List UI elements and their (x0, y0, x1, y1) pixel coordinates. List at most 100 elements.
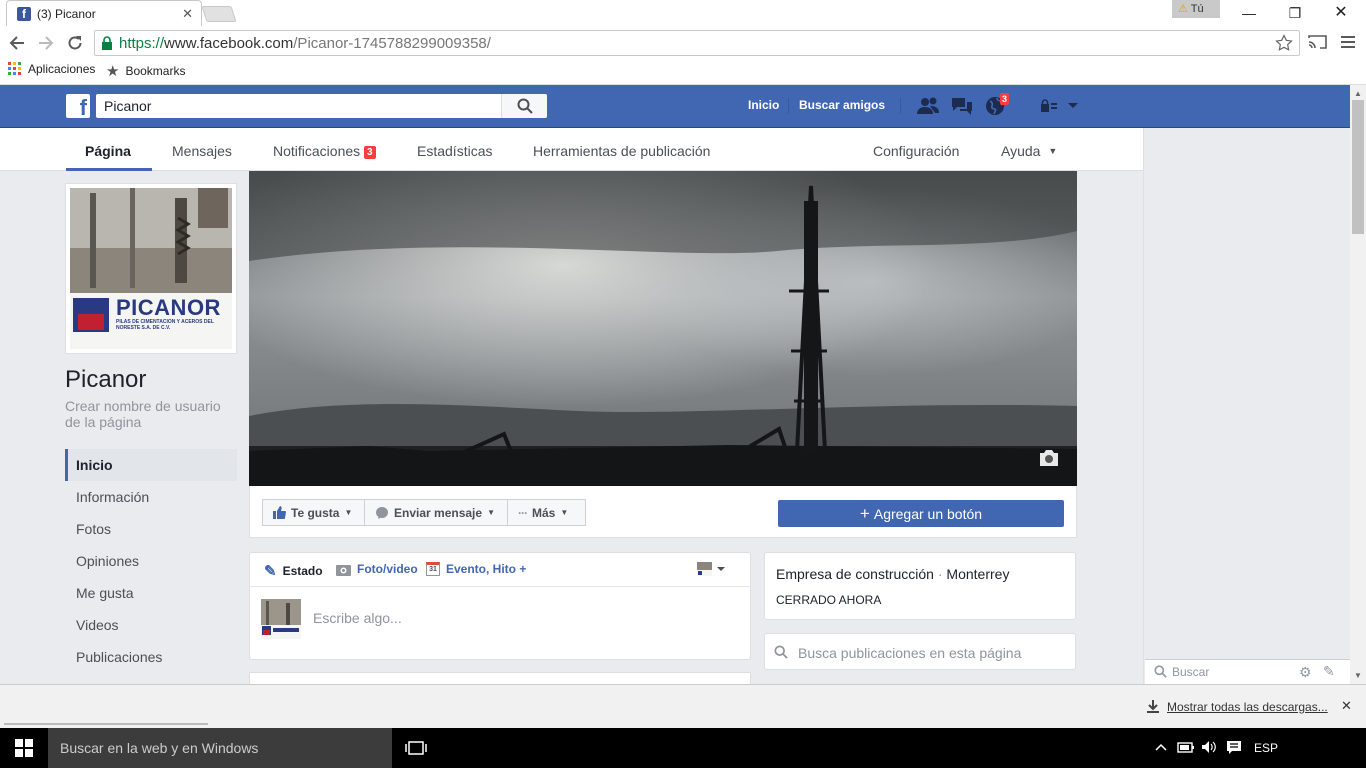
left-nav-videos[interactable]: Videos (65, 609, 237, 641)
facebook-search-input[interactable]: Picanor (96, 94, 547, 118)
search-posts-placeholder: Busca publicaciones en esta página (798, 645, 1022, 661)
post-as-selector[interactable] (697, 561, 729, 577)
back-icon[interactable] (8, 34, 26, 52)
close-window-button[interactable]: ✕ (1318, 2, 1364, 24)
scroll-up-icon[interactable]: ▲ (1354, 89, 1362, 98)
page-title[interactable]: Picanor (65, 366, 146, 394)
restore-button[interactable]: ❐ (1272, 2, 1318, 24)
input-language-indicator[interactable]: ESP (1254, 741, 1278, 755)
cover-photo[interactable] (249, 171, 1077, 486)
browser-user-badge[interactable]: ⚠ Tú (1172, 0, 1220, 18)
chat-search-placeholder: Buscar (1172, 665, 1210, 679)
search-icon (774, 645, 788, 659)
composer-input[interactable]: Escribe algo... (313, 610, 402, 626)
picanor-logo-subtitle: PILAS DE CIMENTACION Y ACEROS DEL NOREST… (116, 319, 214, 331)
change-cover-camera-icon[interactable] (1037, 449, 1061, 467)
taskbar-search-placeholder: Buscar en la web y en Windows (60, 740, 259, 756)
show-hidden-icons-icon[interactable] (1155, 742, 1167, 752)
url-host: www.facebook.com (164, 35, 294, 52)
camera-icon (336, 563, 351, 576)
left-nav-home[interactable]: Inicio (65, 449, 237, 481)
add-button-cta[interactable]: + Agregar un botón (778, 500, 1064, 527)
scroll-down-icon[interactable]: ▼ (1354, 671, 1362, 680)
forward-icon[interactable] (37, 34, 55, 52)
close-downloads-icon[interactable]: ✕ (1341, 698, 1352, 714)
nav-home-link[interactable]: Inicio (748, 98, 779, 112)
profile-picture[interactable]: PICANOR PILAS DE CIMENTACION Y ACEROS DE… (70, 188, 232, 349)
page-info-box: Empresa de construcción · Monterrey CERR… (764, 552, 1076, 620)
left-nav-likes[interactable]: Me gusta (65, 577, 237, 609)
tab-messages[interactable]: Mensajes (172, 143, 232, 159)
composer-tab-label: Estado (282, 564, 323, 578)
composer-photo-video-tab[interactable]: Foto/video (336, 562, 418, 576)
like-page-button[interactable]: Te gusta ▼ (262, 499, 365, 526)
apps-grid-icon (8, 62, 22, 76)
taskbar-search-box[interactable]: Buscar en la web y en Windows (48, 728, 392, 768)
show-all-downloads-link[interactable]: Mostrar todas las descargas... (1167, 700, 1328, 714)
tab-help[interactable]: Ayuda ▼ (1001, 143, 1057, 159)
new-message-icon[interactable]: ✎ (1323, 663, 1335, 680)
volume-icon[interactable] (1201, 740, 1217, 754)
privacy-shortcuts-icon[interactable] (1040, 99, 1058, 113)
page-city[interactable]: Monterrey (946, 566, 1009, 582)
battery-power-icon[interactable] (1177, 740, 1195, 754)
tab-notifications[interactable]: Notificaciones (273, 143, 360, 159)
tab-help-label: Ayuda (1001, 143, 1041, 159)
search-value: Picanor (104, 98, 152, 114)
left-nav-photos[interactable]: Fotos (65, 513, 237, 545)
browser-user-label: Tú (1190, 3, 1204, 15)
new-tab-button[interactable] (201, 6, 237, 22)
reload-icon[interactable] (66, 34, 84, 52)
thumbs-up-icon (273, 506, 286, 519)
facebook-logo-icon[interactable]: f (66, 94, 90, 120)
search-posts-input[interactable]: Busca publicaciones en esta página (764, 633, 1076, 670)
picanor-logo-text: PICANOR (116, 295, 221, 320)
left-nav-reviews[interactable]: Opiniones (65, 545, 237, 577)
send-message-label: Enviar mensaje (394, 505, 483, 520)
tab-publishing-tools[interactable]: Herramientas de publicación (533, 143, 710, 159)
friend-requests-icon[interactable] (916, 96, 940, 116)
chat-search-bar[interactable]: Buscar ⚙ ✎ (1145, 659, 1350, 684)
bookmark-apps[interactable]: Aplicaciones (8, 62, 95, 76)
action-center-icon[interactable] (1226, 740, 1242, 755)
star-icon: ★ (106, 63, 120, 80)
more-label: Más (532, 505, 556, 520)
composer-tab-label: Foto/video (357, 562, 418, 576)
chat-settings-gear-icon[interactable]: ⚙ (1299, 664, 1312, 681)
page-category[interactable]: Empresa de construcción (776, 566, 934, 582)
send-message-button[interactable]: Enviar mensaje ▼ (364, 499, 508, 526)
composer-status-tab[interactable]: ✎ Estado (264, 562, 323, 580)
search-button[interactable] (501, 94, 547, 118)
more-dots-icon: ··· (518, 505, 528, 520)
bookmark-folder[interactable]: ★ Bookmarks (106, 62, 185, 80)
scrollbar-thumb[interactable] (1352, 100, 1364, 234)
task-view-icon[interactable] (405, 740, 427, 756)
tab-settings[interactable]: Configuración (873, 143, 959, 159)
calendar-icon: 31 (426, 562, 440, 576)
composer-event-tab[interactable]: 31 Evento, Hito + (426, 562, 526, 576)
address-bar[interactable]: https://www.facebook.com/Picanor-1745788… (94, 30, 1300, 56)
close-tab-icon[interactable]: ✕ (182, 6, 193, 22)
chrome-menu-icon[interactable] (1341, 35, 1355, 49)
browser-tab[interactable]: f (3) Picanor ✕ (6, 0, 202, 26)
nav-find-friends-link[interactable]: Buscar amigos (799, 98, 885, 112)
left-nav-about[interactable]: Información (65, 481, 237, 513)
caret-down-icon: ▼ (560, 508, 569, 517)
browser-tab-title: (3) Picanor (37, 7, 96, 21)
tab-insights[interactable]: Estadísticas (417, 143, 492, 159)
create-username-link[interactable]: Crear nombre de usuario de la página (65, 398, 235, 430)
bookmark-star-icon[interactable] (1275, 34, 1293, 52)
cast-icon[interactable] (1308, 34, 1328, 50)
minimize-button[interactable]: — (1226, 2, 1272, 24)
windows-start-icon[interactable] (15, 739, 33, 757)
url-text: https://www.facebook.com/Picanor-1745788… (119, 35, 491, 52)
left-nav-posts[interactable]: Publicaciones (65, 641, 237, 673)
url-scheme: https:// (119, 35, 165, 52)
account-menu-arrow-icon[interactable] (1067, 102, 1079, 110)
tab-page[interactable]: Página (85, 143, 131, 159)
bookmark-label: Bookmarks (125, 64, 186, 78)
nav-divider (900, 98, 901, 114)
plus-icon: + (859, 504, 870, 523)
messages-icon[interactable] (950, 96, 974, 116)
more-button[interactable]: ··· Más ▼ (507, 499, 586, 526)
